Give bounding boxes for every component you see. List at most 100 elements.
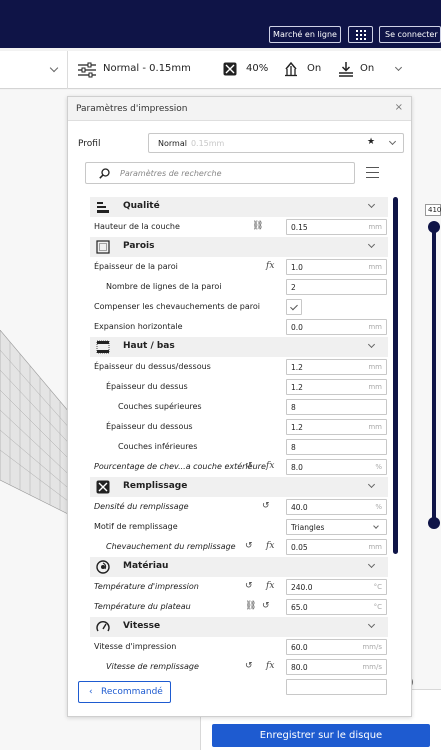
setting-label: Épaisseur du dessous (106, 422, 193, 431)
setting-top-thickness: Épaisseur du dessus 1.2 mm (90, 377, 388, 397)
category-material[interactable]: Matériau (90, 557, 388, 577)
function-icon[interactable]: fx (266, 261, 274, 271)
setting-print-temp: Température d'impression ↺ fx 240.0 °C (90, 577, 388, 597)
top-thickness-field[interactable]: 1.2 mm (286, 379, 387, 395)
setting-label: Épaisseur de la paroi (94, 262, 178, 271)
profile-name: Normal 0.15mm (158, 139, 225, 148)
signin-button[interactable]: Se connecter (379, 26, 441, 43)
function-icon[interactable]: fx (266, 461, 274, 471)
bottom-thickness-field[interactable]: 1.2 mm (286, 419, 387, 435)
save-to-disk-button[interactable]: Enregistrer sur le disque (212, 724, 430, 747)
setting-infill-density: Densité du remplissage ↺ 40.0% (90, 497, 388, 517)
layer-height-field[interactable]: 0.15 mm (286, 219, 387, 235)
reset-icon[interactable]: ↺ (245, 661, 253, 671)
settings-list: Qualité Hauteur de la couche ⛓ 0.15 mm Pa… (90, 197, 388, 704)
top-bottom-thickness-field[interactable]: 1.2 mm (286, 359, 387, 375)
top-layers-field[interactable]: 8 (286, 399, 387, 415)
adhesion-icon (339, 62, 353, 77)
wall-line-count-field[interactable]: 2 (286, 279, 387, 295)
adhesion-summary: On (360, 63, 375, 74)
setting-infill-pattern: Motif de remplissage Triangles (90, 517, 388, 537)
print-temp-field[interactable]: 240.0 °C (286, 579, 387, 595)
close-icon[interactable]: × (395, 102, 403, 113)
setting-wall-line-count: Nombre de lignes de la paroi 2 (90, 277, 388, 297)
chevron-down-icon (367, 200, 376, 209)
link-icon[interactable]: ⛓ (245, 601, 256, 611)
settings-menu-icon[interactable] (366, 167, 379, 179)
sliders-icon (78, 62, 96, 78)
recommended-label: Recommandé (101, 687, 163, 697)
partial-field[interactable] (286, 679, 387, 695)
infill-icon (96, 480, 110, 494)
category-title: Remplissage (123, 481, 188, 491)
setting-label: Vitesse d'impression (94, 642, 177, 651)
skin-overlap-field[interactable]: 8.0% (286, 459, 387, 475)
printer-selector[interactable] (0, 51, 68, 89)
profile-dropdown[interactable]: Normal 0.15mm ★ (148, 133, 404, 153)
chevron-down-icon (367, 340, 376, 349)
layer-slider-bottom-handle[interactable] (428, 517, 440, 529)
reset-icon[interactable]: ↺ (245, 541, 253, 551)
link-icon[interactable]: ⛓ (252, 221, 263, 231)
setting-label: Densité du remplissage (94, 502, 189, 511)
setting-label: Pourcentage de chev...a couche extérieur… (94, 462, 266, 471)
horizontal-expansion-field[interactable]: 0.0 mm (286, 319, 387, 335)
category-walls[interactable]: Parois (90, 237, 388, 257)
print-settings-toggle[interactable]: Normal - 0.15mm 40% On On (70, 51, 410, 89)
bottom-layers-field[interactable]: 8 (286, 439, 387, 455)
profile-label: Profil (78, 139, 101, 149)
setting-wall-overlap: Compenser les chevauchements de paroi (90, 297, 388, 317)
setting-label: Couches inférieures (118, 442, 198, 451)
wall-thickness-field[interactable]: 1.0 mm (286, 259, 387, 275)
setting-infill-overlap: Chevauchement du remplissage ↺ fx 0.05 mm (90, 537, 388, 557)
spool-icon (96, 560, 110, 574)
infill-overlap-field[interactable]: 0.05 mm (286, 539, 387, 555)
function-icon[interactable]: fx (266, 661, 274, 671)
setting-bed-temp: Température du plateau ⛓ ↺ 65.0 °C (90, 597, 388, 617)
reset-icon[interactable]: ↺ (262, 601, 270, 611)
infill-speed-field[interactable]: 80.0 mm/s (286, 659, 387, 675)
chevron-down-icon (367, 560, 376, 569)
setting-label: Épaisseur du dessus (106, 382, 188, 391)
setting-label: Expansion horizontale (94, 322, 183, 331)
reset-icon[interactable]: ↺ (262, 501, 270, 511)
category-speed[interactable]: Vitesse (90, 617, 388, 637)
search-placeholder: Paramètres de recherche (120, 169, 222, 178)
print-settings-panel: Paramètres d'impression × Profil Normal 0… (67, 96, 412, 717)
category-infill[interactable]: Remplissage (90, 477, 388, 497)
bed-temp-field[interactable]: 65.0 °C (286, 599, 387, 615)
category-quality[interactable]: Qualité (90, 197, 388, 217)
checkmark-icon (290, 302, 298, 311)
recommended-button[interactable]: ‹ Recommandé (78, 681, 171, 703)
function-icon[interactable]: fx (266, 581, 274, 591)
settings-scrollbar[interactable] (393, 197, 398, 554)
chevron-down-icon (367, 480, 376, 489)
setting-label: Compenser les chevauchements de paroi (94, 302, 260, 311)
apps-grid-button[interactable] (348, 26, 373, 43)
layer-slider-track[interactable] (432, 227, 436, 523)
chevron-down-icon (373, 523, 379, 529)
category-title: Vitesse (123, 621, 161, 631)
setting-label: Épaisseur du dessus/dessous (94, 362, 211, 371)
marketplace-button[interactable]: Marché en ligne (269, 26, 341, 43)
setting-label: Chevauchement du remplissage (106, 542, 236, 551)
category-title: Parois (123, 241, 155, 251)
function-icon[interactable]: fx (266, 541, 274, 551)
print-speed-field[interactable]: 60.0 mm/s (286, 639, 387, 655)
category-title: Matériau (123, 561, 169, 571)
settings-search-input[interactable]: Paramètres de recherche (85, 162, 355, 184)
setting-top-layers: Couches supérieures 8 (90, 397, 388, 417)
setting-label: Hauteur de la couche (94, 222, 180, 231)
layer-slider-top-handle[interactable] (428, 221, 440, 233)
infill-pattern-dropdown[interactable]: Triangles (286, 519, 387, 535)
infill-density-field[interactable]: 40.0% (286, 499, 387, 515)
setting-print-speed: Vitesse d'impression 60.0 mm/s (90, 637, 388, 657)
reset-icon[interactable]: ↺ (245, 461, 253, 471)
wall-overlap-checkbox[interactable] (286, 299, 302, 315)
category-top-bottom[interactable]: Haut / bas (90, 337, 388, 357)
chevron-down-icon (388, 137, 397, 146)
star-icon[interactable]: ★ (367, 137, 375, 147)
layer-slider-value[interactable]: 410 (425, 204, 441, 216)
setting-horizontal-expansion: Expansion horizontale 0.0 mm (90, 317, 388, 337)
reset-icon[interactable]: ↺ (245, 581, 253, 591)
